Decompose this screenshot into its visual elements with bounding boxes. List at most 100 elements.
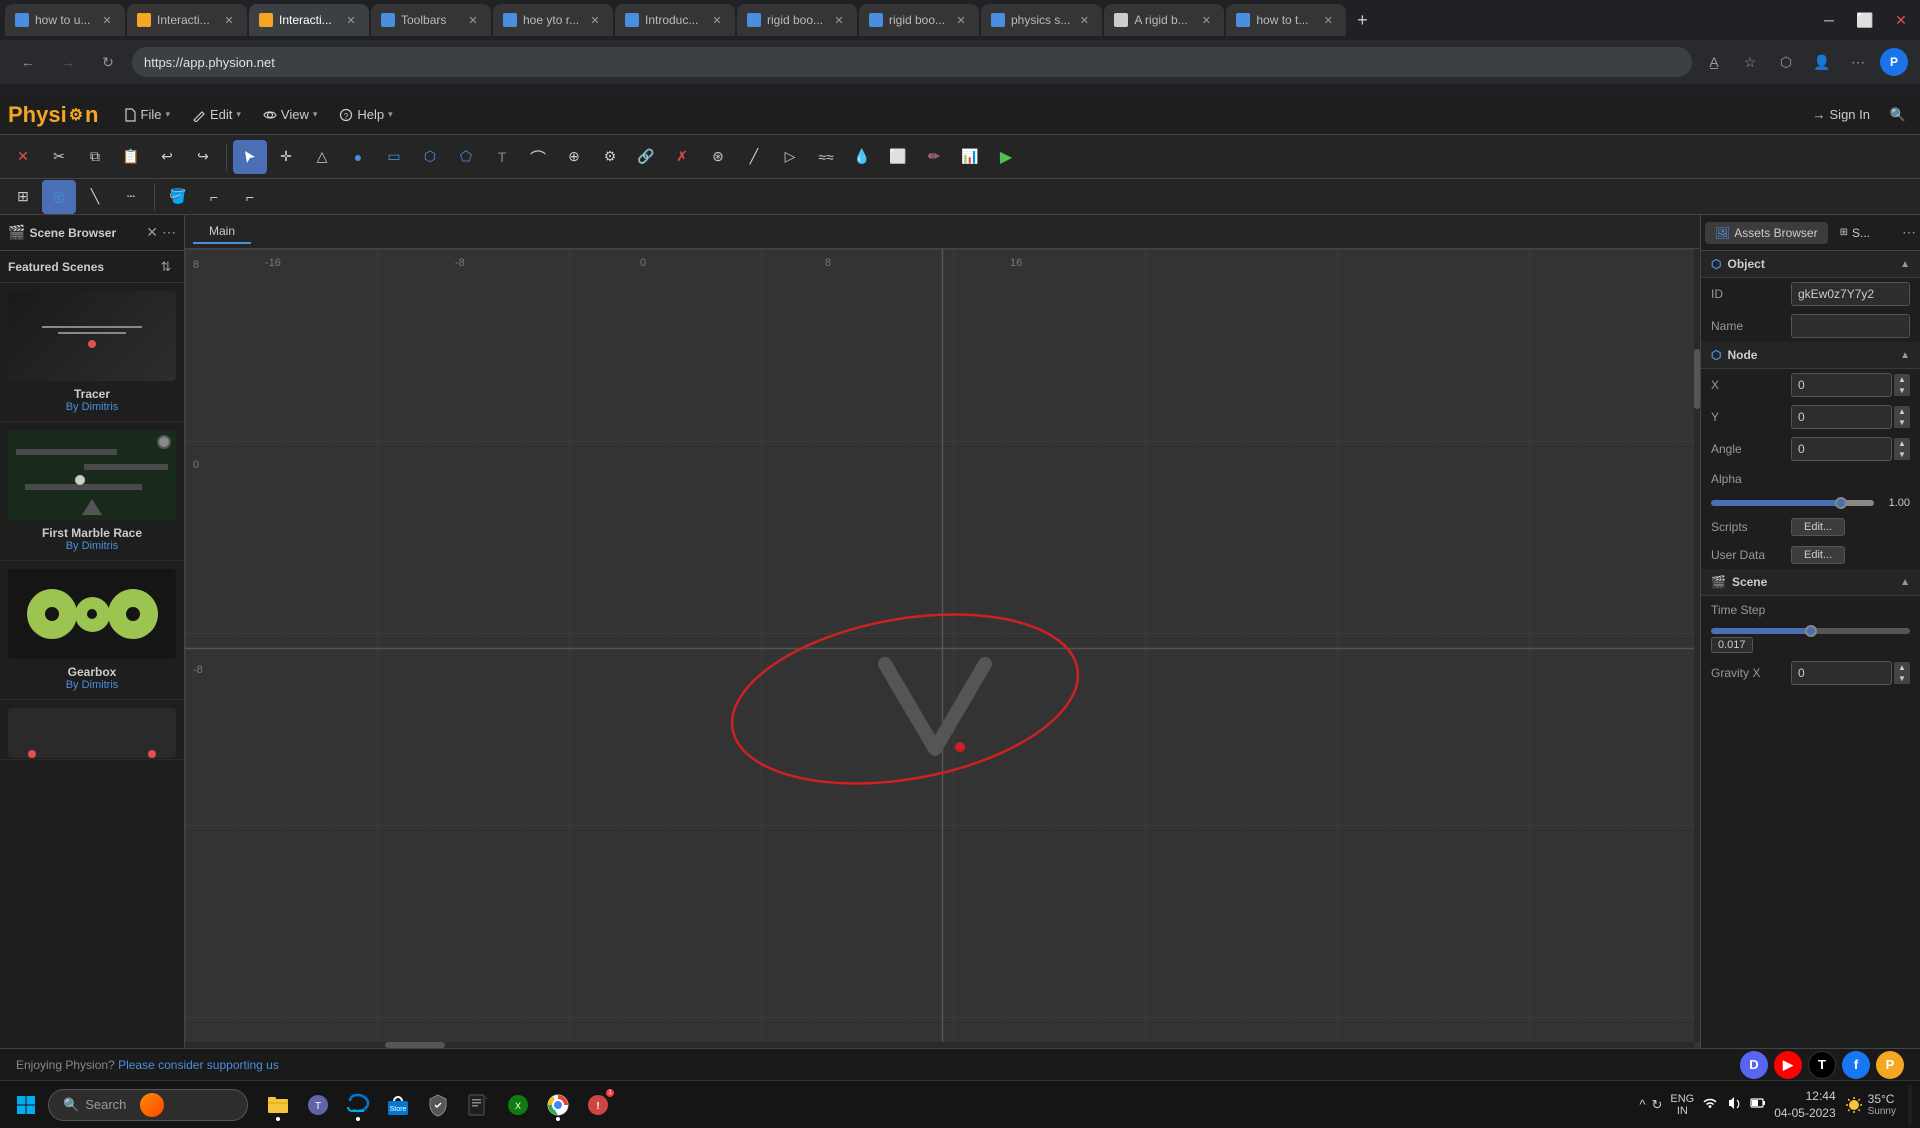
- browser-tab-5[interactable]: hoe yto r... ✕: [493, 4, 613, 36]
- new-tab-button[interactable]: +: [1348, 6, 1376, 34]
- scene-item-gearbox[interactable]: Gearbox By Dimitris: [0, 561, 184, 700]
- sidebar-close-button[interactable]: ✕: [146, 224, 158, 241]
- browser-tab-3[interactable]: Interacti... ✕: [249, 4, 369, 36]
- angle-increment[interactable]: ▲: [1894, 438, 1910, 449]
- profile-icon[interactable]: 👤: [1808, 48, 1836, 76]
- taskbar-search[interactable]: 🔍 Search: [48, 1089, 248, 1121]
- browser-tab-4[interactable]: Toolbars ✕: [371, 4, 491, 36]
- start-button[interactable]: [8, 1087, 44, 1123]
- taskbar-clock[interactable]: 12:44 04-05-2023: [1774, 1088, 1835, 1122]
- tab-10-close[interactable]: ✕: [1198, 12, 1214, 28]
- tool-chain[interactable]: 🔗: [629, 140, 663, 174]
- forward-button[interactable]: →: [52, 46, 84, 78]
- x-increment[interactable]: ▲: [1894, 374, 1910, 385]
- browser-tab-1[interactable]: how to u... ✕: [5, 4, 125, 36]
- tiktok-icon[interactable]: T: [1808, 1051, 1836, 1079]
- taskbar-app-xbox[interactable]: X: [500, 1087, 536, 1123]
- timestep-slider[interactable]: [1711, 628, 1910, 634]
- y-input[interactable]: [1791, 405, 1892, 429]
- angle-decrement[interactable]: ▼: [1894, 449, 1910, 460]
- panel-tabs-more[interactable]: ⋯: [1902, 224, 1916, 241]
- more-options-icon[interactable]: ⋯: [1844, 48, 1872, 76]
- minimize-button[interactable]: ─: [1815, 6, 1843, 34]
- browser-tab-7[interactable]: rigid boo... ✕: [737, 4, 857, 36]
- taskbar-app-explorer[interactable]: [260, 1087, 296, 1123]
- taskbar-app-chrome[interactable]: [540, 1087, 576, 1123]
- gravity-x-decrement[interactable]: ▼: [1894, 673, 1910, 684]
- tool-text[interactable]: T: [485, 140, 519, 174]
- battery-icon[interactable]: [1750, 1095, 1766, 1114]
- tool-copy[interactable]: ⧉: [78, 140, 112, 174]
- panel-search-icon[interactable]: 🔍: [1884, 101, 1912, 129]
- taskbar-app-security[interactable]: [420, 1087, 456, 1123]
- language-indicator[interactable]: ENG IN: [1670, 1093, 1694, 1117]
- alpha-slider[interactable]: [1711, 500, 1874, 506]
- tab-9-close[interactable]: ✕: [1076, 12, 1092, 28]
- name-input[interactable]: [1791, 314, 1910, 338]
- tool-hexagon[interactable]: ⬡: [413, 140, 447, 174]
- tool-joint[interactable]: ⊛: [701, 140, 735, 174]
- tool-rectangle[interactable]: ▭: [377, 140, 411, 174]
- scripts-edit-button[interactable]: Edit...: [1791, 518, 1845, 536]
- address-input[interactable]: [132, 47, 1692, 77]
- reload-button[interactable]: ↻: [92, 46, 124, 78]
- canvas-scroll-v-thumb[interactable]: [1694, 349, 1700, 409]
- tool-select[interactable]: [233, 140, 267, 174]
- object-section-header[interactable]: ⬡ Object ▲: [1701, 251, 1920, 278]
- x-decrement[interactable]: ▼: [1894, 385, 1910, 396]
- canvas-scroll-vertical[interactable]: [1694, 249, 1700, 1042]
- tool-grid[interactable]: ⊞: [6, 180, 40, 214]
- userdata-edit-button[interactable]: Edit...: [1791, 546, 1845, 564]
- tool-line[interactable]: ╱: [737, 140, 771, 174]
- tab-7-close[interactable]: ✕: [831, 12, 847, 28]
- s-tab[interactable]: ⊞ S...: [1830, 222, 1880, 244]
- menu-view[interactable]: View ▾: [253, 103, 327, 126]
- sidebar-more-button[interactable]: ⋯: [162, 224, 176, 241]
- volume-icon[interactable]: [1726, 1095, 1742, 1114]
- menu-help[interactable]: ? Help ▾: [329, 103, 402, 126]
- wifi-icon[interactable]: [1702, 1095, 1718, 1114]
- browser-tab-8[interactable]: rigid boo... ✕: [859, 4, 979, 36]
- node-section-header[interactable]: ⬡ Node ▲: [1701, 342, 1920, 369]
- tool-polygon[interactable]: ⬠: [449, 140, 483, 174]
- tool-arrow[interactable]: ▷: [773, 140, 807, 174]
- id-input[interactable]: [1791, 282, 1910, 306]
- y-increment[interactable]: ▲: [1894, 406, 1910, 417]
- tab-11-close[interactable]: ✕: [1320, 12, 1336, 28]
- scene-section-header[interactable]: 🎬 Scene ▲: [1701, 569, 1920, 596]
- tab-6-close[interactable]: ✕: [709, 12, 725, 28]
- canvas-tab-main[interactable]: Main: [193, 220, 251, 244]
- tool-cut[interactable]: ✂: [42, 140, 76, 174]
- physion-social-icon[interactable]: P: [1876, 1051, 1904, 1079]
- tool-snap[interactable]: ◎: [42, 180, 76, 214]
- taskbar-app-edge[interactable]: [340, 1087, 376, 1123]
- tool-undo[interactable]: ↩: [150, 140, 184, 174]
- tool-drop[interactable]: 💧: [845, 140, 879, 174]
- browser-tab-6[interactable]: Introduc... ✕: [615, 4, 735, 36]
- tool-gear[interactable]: ⚙: [593, 140, 627, 174]
- tab-2-close[interactable]: ✕: [221, 12, 237, 28]
- tool-coil[interactable]: ≈≈: [809, 140, 843, 174]
- canvas-scroll-horizontal[interactable]: [185, 1042, 1694, 1048]
- scene-item-partial[interactable]: [0, 700, 184, 760]
- tool-dotted-line[interactable]: ┄: [114, 180, 148, 214]
- x-input[interactable]: [1791, 373, 1892, 397]
- tool-paste[interactable]: 📋: [114, 140, 148, 174]
- tool-chart[interactable]: 📊: [953, 140, 987, 174]
- browser-tab-2[interactable]: Interacti... ✕: [127, 4, 247, 36]
- close-button[interactable]: ✕: [1887, 6, 1915, 34]
- tool-corner[interactable]: ⌐: [197, 180, 231, 214]
- tool-play[interactable]: ▶: [989, 140, 1023, 174]
- canvas-viewport[interactable]: -16 -8 0 8 16 8 0 -8: [185, 249, 1700, 1048]
- taskbar-weather[interactable]: 35°C Sunny: [1844, 1092, 1896, 1117]
- tab-5-close[interactable]: ✕: [587, 12, 603, 28]
- extensions-icon[interactable]: ⬡: [1772, 48, 1800, 76]
- taskbar-refresh-icon[interactable]: ↻: [1652, 1097, 1663, 1113]
- y-decrement[interactable]: ▼: [1894, 417, 1910, 428]
- featured-sort-icon[interactable]: ⇅: [156, 257, 176, 277]
- tool-diagonal[interactable]: ╲: [78, 180, 112, 214]
- browser-profile-avatar[interactable]: P: [1880, 48, 1908, 76]
- assets-browser-tab[interactable]: 🖼 Assets Browser: [1705, 222, 1828, 244]
- tab-8-close[interactable]: ✕: [953, 12, 969, 28]
- star-icon[interactable]: ☆: [1736, 48, 1764, 76]
